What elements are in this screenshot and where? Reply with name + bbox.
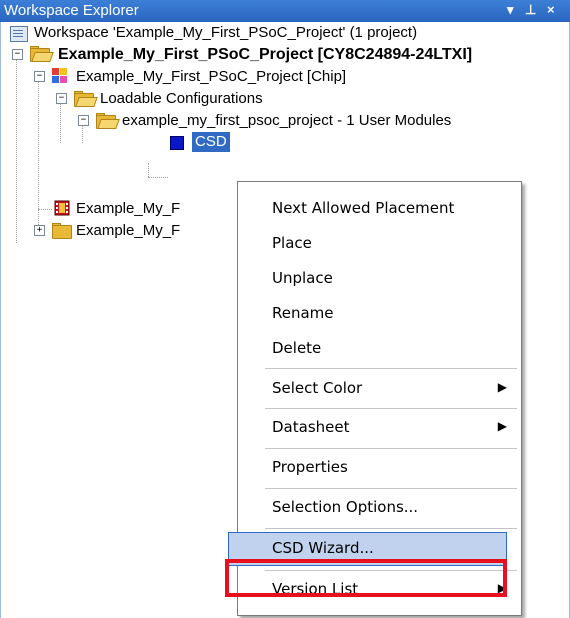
tree-node-folder-item[interactable]: + Example_My_F xyxy=(32,220,252,242)
folder-open-icon xyxy=(96,113,120,129)
menu-separator xyxy=(265,408,517,409)
menu-item-label: Select Color xyxy=(272,379,363,397)
pin-icon[interactable]: ⊥ xyxy=(525,2,536,18)
tree-node-chip[interactable]: − Example_My_First_PSoC_Project [Chip] xyxy=(32,66,570,88)
workspace-label: Workspace 'Example_My_First_PSoC_Project… xyxy=(34,24,418,41)
tree-node-project[interactable]: − Example_My_First_PSoC_Project [CY8C248… xyxy=(10,44,570,66)
collapse-icon[interactable]: − xyxy=(78,115,89,126)
menu-separator xyxy=(265,448,517,449)
user-module-icon xyxy=(170,136,184,150)
workspace-icon xyxy=(10,26,28,42)
menu-separator xyxy=(265,528,517,529)
menu-item-label: Properties xyxy=(272,458,348,476)
menu-item-place[interactable]: Place xyxy=(238,227,521,261)
loadable-configurations-label: Loadable Configurations xyxy=(100,90,263,107)
tree-node-workspace[interactable]: Workspace 'Example_My_First_PSoC_Project… xyxy=(10,22,570,44)
menu-item-label: Place xyxy=(272,234,312,252)
chip-label: Example_My_First_PSoC_Project [Chip] xyxy=(76,68,347,85)
folder-open-icon xyxy=(30,46,54,62)
folder-icon xyxy=(52,223,72,239)
tree-connector xyxy=(38,209,52,210)
menu-item-selection-options[interactable]: Selection Options... xyxy=(238,491,521,525)
film-item-label: Example_My_F xyxy=(76,200,181,217)
tree-connector xyxy=(148,177,168,178)
close-icon[interactable]: × xyxy=(547,2,555,17)
tree-connector xyxy=(148,163,149,177)
tree-node-csd-module[interactable]: CSD xyxy=(170,132,250,154)
configuration-label: example_my_first_psoc_project - 1 User M… xyxy=(122,112,452,129)
film-icon xyxy=(54,200,70,216)
window-title: Workspace Explorer xyxy=(4,2,139,19)
menu-item-select-color[interactable]: Select Color ▶ xyxy=(238,372,521,406)
tree-node-loadable-configurations[interactable]: − Loadable Configurations xyxy=(54,88,570,110)
tree-connector xyxy=(38,75,39,231)
title-bar: Workspace Explorer ▾ ⊥ × xyxy=(0,0,570,22)
menu-separator xyxy=(265,368,517,369)
tree-node-film-item[interactable]: Example_My_F xyxy=(54,198,254,220)
csd-module-label: CSD xyxy=(192,132,230,152)
tree-connector xyxy=(16,53,17,243)
menu-separator xyxy=(265,488,517,489)
submenu-arrow-icon: ▶ xyxy=(497,380,507,394)
menu-item-label: Rename xyxy=(272,304,334,322)
context-menu[interactable]: Next Allowed Placement Place Unplace Ren… xyxy=(228,181,522,616)
menu-item-label: Selection Options... xyxy=(272,498,419,516)
folder-open-icon xyxy=(74,91,98,107)
submenu-arrow-icon: ▶ xyxy=(497,419,507,433)
menu-item-label: Next Allowed Placement xyxy=(272,199,455,217)
annotation-highlight-box xyxy=(225,559,507,597)
collapse-icon[interactable]: − xyxy=(12,49,23,60)
menu-item-label: Delete xyxy=(272,339,322,357)
menu-item-properties[interactable]: Properties xyxy=(238,451,521,485)
collapse-icon[interactable]: − xyxy=(56,93,67,104)
menu-item-label: Datasheet xyxy=(272,418,350,436)
menu-item-delete[interactable]: Delete xyxy=(238,332,521,366)
menu-item-label: Unplace xyxy=(272,269,333,287)
menu-item-datasheet[interactable]: Datasheet ▶ xyxy=(238,411,521,445)
menu-item-label: CSD Wizard... xyxy=(272,539,374,557)
collapse-icon[interactable]: − xyxy=(34,71,45,82)
menu-item-rename[interactable]: Rename xyxy=(238,297,521,331)
dropdown-icon[interactable]: ▾ xyxy=(507,2,514,18)
chip-icon xyxy=(52,68,68,84)
menu-item-unplace[interactable]: Unplace xyxy=(238,262,521,296)
tree-node-configuration[interactable]: − example_my_first_psoc_project - 1 User… xyxy=(76,110,570,132)
menu-item-next-allowed-placement[interactable]: Next Allowed Placement xyxy=(238,192,521,226)
project-label: Example_My_First_PSoC_Project [CY8C24894… xyxy=(58,46,473,63)
expand-icon[interactable]: + xyxy=(34,225,45,236)
folder-item-label: Example_My_F xyxy=(76,222,181,239)
